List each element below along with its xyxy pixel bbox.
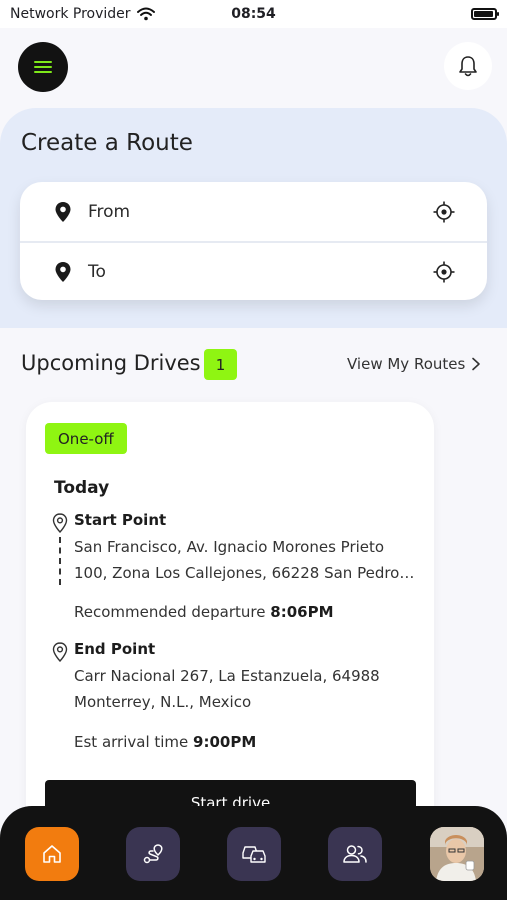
departure-label: Recommended departure xyxy=(74,603,266,621)
departure-info: Recommended departure 8:06PM xyxy=(74,603,334,621)
drive-type-badge: One-off xyxy=(45,423,127,454)
locate-from-icon[interactable] xyxy=(433,201,455,223)
location-pin-icon xyxy=(55,201,71,222)
nav-home[interactable] xyxy=(25,827,79,881)
end-address-line2: Monterrey, N.L., Mexico xyxy=(74,693,252,711)
nav-drives[interactable] xyxy=(227,827,281,881)
home-icon xyxy=(43,845,61,863)
view-my-routes-label: View My Routes xyxy=(347,355,466,373)
status-left: Network Provider xyxy=(10,6,155,22)
people-icon xyxy=(343,845,367,863)
bell-icon xyxy=(459,56,477,77)
drive-card[interactable]: One-off Today Start Point San Francisco,… xyxy=(26,402,434,842)
create-route-title: Create a Route xyxy=(21,130,193,156)
avatar-image xyxy=(430,827,484,881)
upcoming-drives-title: Upcoming Drives xyxy=(21,351,201,375)
start-point-title: Start Point xyxy=(74,511,167,529)
menu-icon xyxy=(34,61,52,73)
create-route-section: Create a Route From To xyxy=(0,108,507,328)
profile-avatar[interactable] xyxy=(430,827,484,881)
start-address: San Francisco, Av. Ignacio Morones Priet… xyxy=(74,534,419,586)
view-my-routes-link[interactable]: View My Routes xyxy=(347,355,481,373)
wifi-icon xyxy=(136,7,155,21)
to-label: To xyxy=(88,261,106,282)
from-label: From xyxy=(88,201,131,222)
status-bar: Network Provider 08:54 xyxy=(0,0,507,28)
end-location-icon xyxy=(52,642,68,662)
arrival-info: Est arrival time 9:00PM xyxy=(74,733,256,751)
arrival-label: Est arrival time xyxy=(74,733,189,751)
clock: 08:54 xyxy=(231,6,276,22)
nav-groups[interactable] xyxy=(328,827,382,881)
battery-icon xyxy=(471,8,499,20)
to-field[interactable]: To xyxy=(20,241,487,300)
end-address: Carr Nacional 267, La Estanzuela, 64988 … xyxy=(74,663,419,715)
drive-day: Today xyxy=(54,478,110,498)
carrier-name: Network Provider xyxy=(10,6,131,22)
start-address-line2: 100, Zona Los Callejones, 66228 San Pedr… xyxy=(74,564,419,582)
arrival-time: 9:00PM xyxy=(193,733,257,751)
cars-icon xyxy=(242,846,266,863)
menu-button[interactable] xyxy=(18,42,68,92)
bottom-navigation xyxy=(0,806,507,900)
nav-routes[interactable] xyxy=(126,827,180,881)
route-input-card: From To xyxy=(20,182,487,300)
end-address-line1: Carr Nacional 267, La Estanzuela, 64988 xyxy=(74,667,380,685)
upcoming-count-badge: 1 xyxy=(204,349,237,380)
start-location-icon xyxy=(52,513,68,533)
locate-to-icon[interactable] xyxy=(433,261,455,283)
notifications-button[interactable] xyxy=(444,42,492,90)
chevron-right-icon xyxy=(472,357,481,371)
start-address-line1: San Francisco, Av. Ignacio Morones Priet… xyxy=(74,538,385,556)
route-icon xyxy=(143,844,163,864)
end-point-title: End Point xyxy=(74,640,156,658)
location-pin-icon xyxy=(55,261,71,282)
departure-time: 8:06PM xyxy=(270,603,334,621)
route-connector xyxy=(59,537,61,585)
from-field[interactable]: From xyxy=(20,182,487,241)
